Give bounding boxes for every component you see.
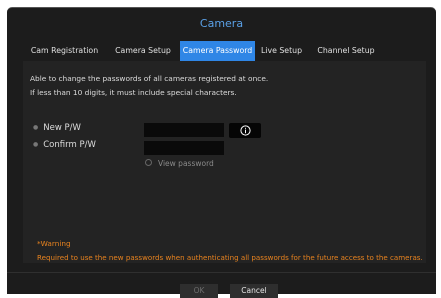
password-info-button[interactable] <box>229 123 261 138</box>
description-line-2: If less than 10 digits, it must include … <box>30 88 237 97</box>
tab-camera-password[interactable]: Camera Password <box>180 41 255 61</box>
info-icon <box>240 125 251 136</box>
new-password-label: ● New P/W <box>33 123 81 133</box>
tab-cam-registration[interactable]: Cam Registration <box>23 41 106 61</box>
description-line-1: Able to change the passwords of all came… <box>30 74 269 83</box>
view-password-checkbox[interactable]: View password <box>145 159 214 168</box>
tab-camera-setup[interactable]: Camera Setup <box>106 41 180 61</box>
view-password-label: View password <box>158 159 214 168</box>
tab-bar: Cam Registration Camera Setup Camera Pas… <box>23 41 426 62</box>
warning-title: *Warning <box>37 239 71 248</box>
tab-content: Able to change the passwords of all came… <box>23 61 426 263</box>
bullet-icon: ● <box>33 124 39 131</box>
tab-live-setup[interactable]: Live Setup <box>255 41 308 61</box>
warning-text: Required to use the new passwords when a… <box>37 253 423 262</box>
confirm-password-label-text: Confirm P/W <box>43 140 96 150</box>
new-password-label-text: New P/W <box>43 123 81 133</box>
checkbox-icon[interactable] <box>145 159 152 166</box>
bullet-icon: ● <box>33 141 39 148</box>
confirm-password-input[interactable] <box>144 141 224 155</box>
dialog-title: Camera <box>199 17 244 30</box>
camera-dialog: Camera Cam Registration Camera Setup Cam… <box>7 7 436 298</box>
confirm-password-label: ● Confirm P/W <box>33 140 96 150</box>
tab-channel-setup[interactable]: Channel Setup <box>308 41 384 61</box>
footer-divider <box>7 272 436 273</box>
new-password-input[interactable] <box>144 123 224 137</box>
